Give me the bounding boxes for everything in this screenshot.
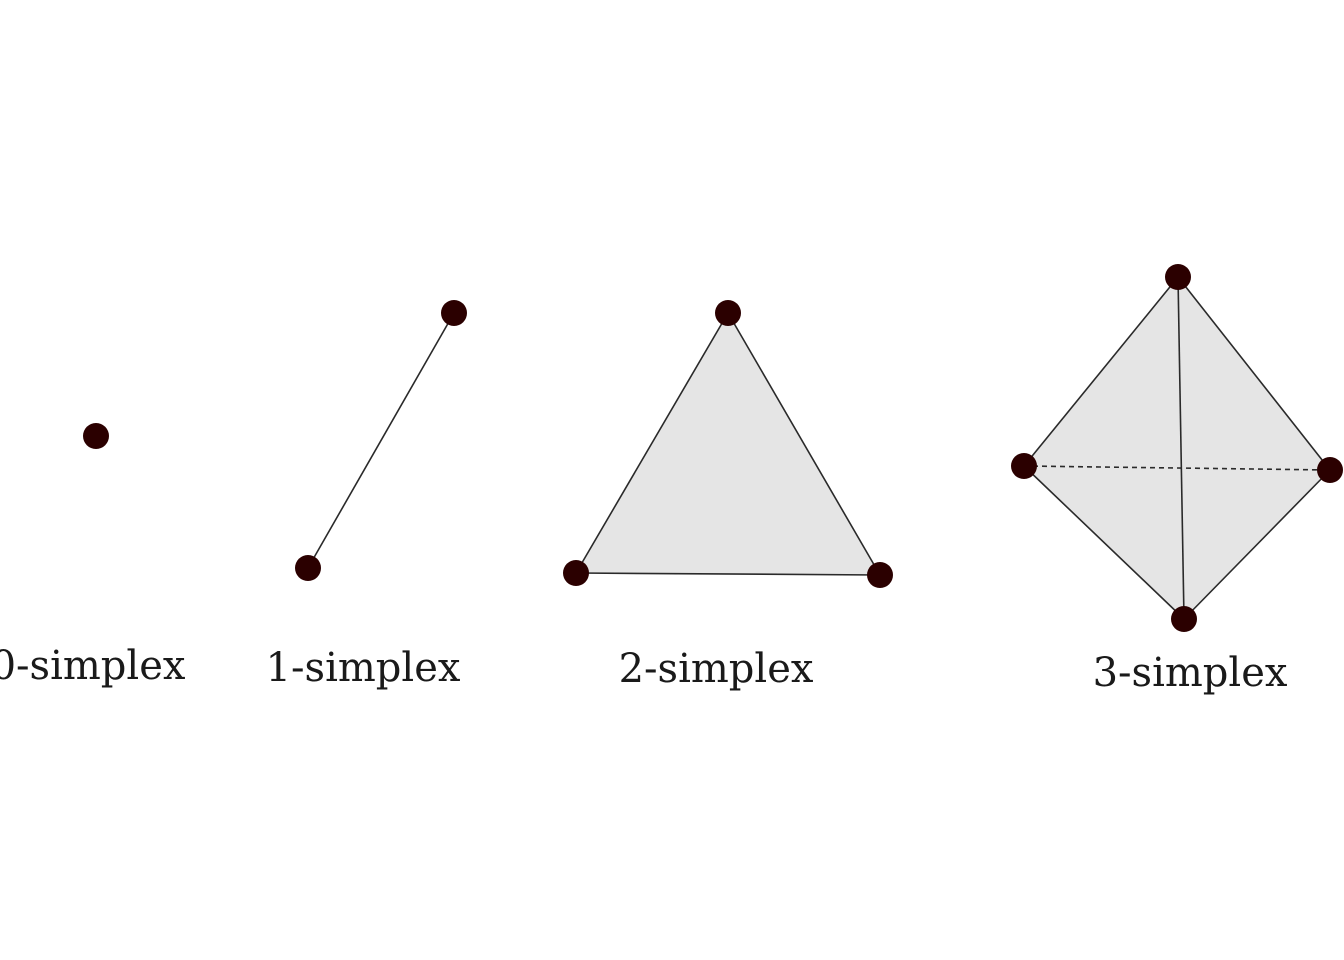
simplex-1-edge xyxy=(307,312,455,569)
simplex-2-label: 2-simplex xyxy=(619,646,814,692)
simplex-2-group: 2-simplex xyxy=(563,300,893,692)
simplex-3-vertex-left xyxy=(1011,453,1037,479)
simplex-1-label: 1-simplex xyxy=(266,645,461,691)
simplex-3-vertex-bottom xyxy=(1171,606,1197,632)
simplex-0-label: 0-simplex xyxy=(0,643,186,689)
simplex-1-group: 1-simplex xyxy=(266,300,467,691)
simplex-1-vertex-top xyxy=(441,300,467,326)
simplex-0-vertex xyxy=(83,423,109,449)
simplex-2-face xyxy=(576,313,880,575)
simplex-diagram: 0-simplex 1-simplex 2-simplex 3-simplex xyxy=(0,264,1343,696)
simplex-1-vertex-bottom xyxy=(295,555,321,581)
simplex-3-group: 3-simplex xyxy=(1011,264,1343,696)
simplex-0-group: 0-simplex xyxy=(0,423,186,689)
simplex-2-vertex-left xyxy=(563,560,589,586)
simplex-3-vertex-right xyxy=(1317,457,1343,483)
simplex-3-label: 3-simplex xyxy=(1093,650,1288,696)
simplex-2-vertex-top xyxy=(715,300,741,326)
simplex-2-vertex-right xyxy=(867,562,893,588)
simplex-3-face xyxy=(1024,277,1330,619)
simplex-3-vertex-top xyxy=(1165,264,1191,290)
